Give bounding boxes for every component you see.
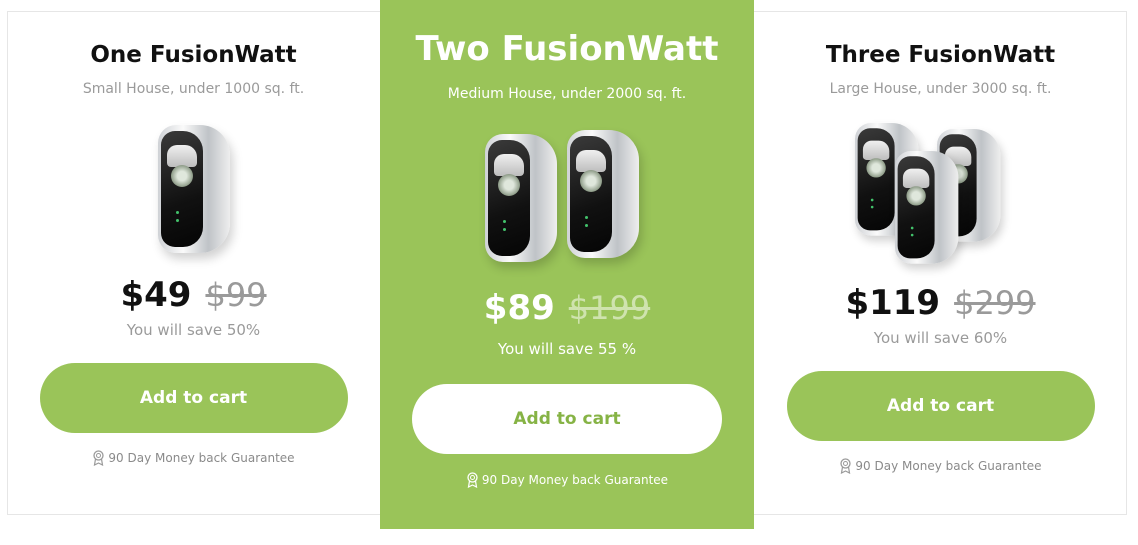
savings-text: You will save 60% [873,329,1008,347]
plan-title: One FusionWatt [90,42,297,68]
add-to-cart-button[interactable]: Add to cart [412,384,722,454]
original-price: $299 [954,284,1036,322]
product-image-triple [851,123,1031,273]
device-image [485,134,557,262]
product-image-double [477,128,657,268]
plan-title: Two FusionWatt [415,29,719,69]
add-to-cart-button[interactable]: Add to cart [786,371,1095,441]
price-row: $49 $99 [7,275,380,315]
plan-card-one: One FusionWatt Small House, under 1000 s… [7,11,380,515]
savings-text: You will save 50% [126,321,261,339]
award-icon [93,450,105,466]
original-price: $199 [568,289,651,327]
current-price: $89 [483,288,555,328]
guarantee-note: 90 Day Money back Guarantee [754,458,1127,474]
price-row: $89 $199 [380,288,754,328]
award-icon [840,458,852,474]
device-image [157,125,230,253]
product-image-single [134,119,254,259]
plan-subtitle: Large House, under 3000 sq. ft. [829,81,1052,97]
device-image [567,130,639,258]
current-price: $49 [120,275,192,315]
plan-title: Three FusionWatt [825,42,1056,68]
current-price: $119 [845,283,941,323]
price-row: $119 $299 [754,283,1127,323]
plan-card-three: Three FusionWatt Large House, under 3000… [754,11,1127,515]
guarantee-note: 90 Day Money back Guarantee [380,472,754,488]
plan-card-two: Two FusionWatt Medium House, under 2000 … [380,0,754,529]
guarantee-note: 90 Day Money back Guarantee [7,450,380,466]
guarantee-text: 90 Day Money back Guarantee [481,473,669,487]
savings-text: You will save 55 % [497,340,637,358]
original-price: $99 [205,276,267,314]
device-image [894,151,958,264]
plan-subtitle: Medium House, under 2000 sq. ft. [447,86,687,102]
plan-subtitle: Small House, under 1000 sq. ft. [82,81,305,97]
award-icon [467,472,478,488]
guarantee-text: 90 Day Money back Guarantee [855,459,1042,473]
guarantee-text: 90 Day Money back Guarantee [108,451,295,465]
add-to-cart-button[interactable]: Add to cart [39,363,348,433]
